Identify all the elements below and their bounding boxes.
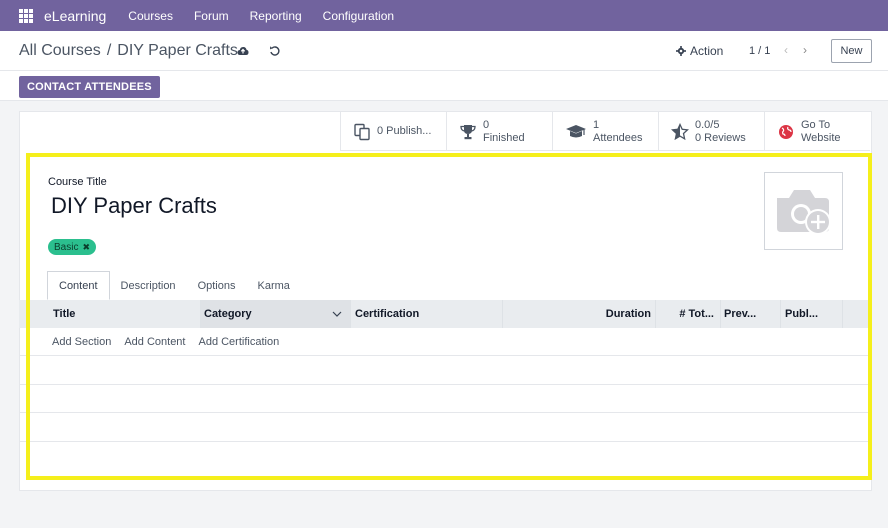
apps-grid-icon[interactable]	[19, 8, 33, 23]
smart-website-label: Website	[801, 131, 841, 144]
smart-button-website[interactable]: Go To Website	[764, 112, 870, 151]
smart-published-value: 0 Publish...	[377, 125, 432, 137]
gear-icon	[676, 46, 686, 56]
smart-attendees-label: Attendees	[593, 131, 643, 144]
breadcrumb: All Courses / DIY Paper Crafts	[19, 42, 238, 60]
chevron-left-icon[interactable]: ‹	[784, 43, 788, 57]
smart-button-finished[interactable]: 0 Finished	[446, 112, 552, 151]
smart-goto-label: Go To	[801, 118, 831, 131]
smart-rating-value: 0.0/5	[695, 118, 720, 131]
graduation-cap-icon	[566, 124, 586, 137]
breadcrumb-current: DIY Paper Crafts	[117, 42, 238, 59]
chevron-right-icon[interactable]: ›	[803, 43, 807, 57]
action-button[interactable]: Action	[676, 44, 723, 58]
menu-reporting[interactable]: Reporting	[250, 9, 302, 23]
smart-button-published[interactable]: 0 Publish...	[340, 112, 446, 151]
star-half-icon	[671, 122, 689, 140]
control-panel: All Courses / DIY Paper Crafts Action 1 …	[0, 31, 888, 71]
smart-attendees-value: 1	[593, 118, 600, 131]
pager-value[interactable]: 1 / 1	[749, 45, 770, 57]
smart-reviews-label: 0 Reviews	[695, 131, 746, 144]
contact-attendees-button[interactable]: CONTACT ATTENDEES	[19, 76, 160, 98]
top-navbar: eLearning Courses Forum Reporting Config…	[0, 0, 888, 31]
smart-button-reviews[interactable]: 0.0/5 0 Reviews	[658, 112, 764, 151]
smart-button-attendees[interactable]: 1 Attendees	[552, 112, 658, 151]
smart-buttons: 0 Publish... 0 Finished 1 Attendees 0.0/…	[340, 112, 870, 151]
breadcrumb-separator: /	[106, 42, 112, 59]
new-button[interactable]: New	[831, 39, 872, 63]
menu-configuration[interactable]: Configuration	[323, 9, 394, 23]
breadcrumb-all-courses[interactable]: All Courses	[19, 42, 101, 60]
smart-finished-label: Finished	[483, 131, 525, 144]
action-label: Action	[690, 44, 724, 58]
app-brand[interactable]: eLearning	[44, 8, 106, 24]
trophy-icon	[460, 124, 476, 139]
highlight-frame	[26, 153, 872, 480]
menu-forum[interactable]: Forum	[194, 9, 229, 23]
menu-courses[interactable]: Courses	[128, 9, 173, 23]
globe-icon	[779, 124, 793, 139]
status-bar: CONTACT ATTENDEES	[0, 71, 888, 101]
discard-undo-icon[interactable]	[269, 45, 281, 57]
copy-icon	[354, 123, 370, 140]
smart-finished-value: 0	[483, 118, 490, 131]
save-cloud-icon[interactable]	[237, 45, 249, 57]
